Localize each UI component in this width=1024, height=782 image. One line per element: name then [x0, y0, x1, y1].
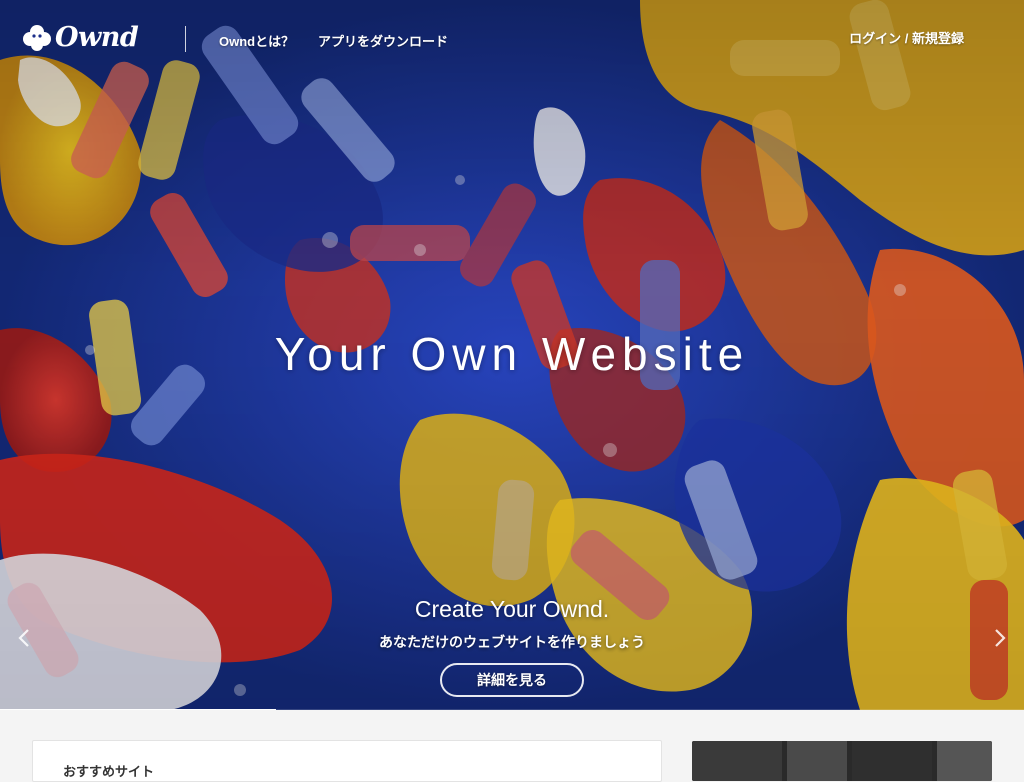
recommended-sites-title: おすすめサイト	[63, 764, 155, 779]
featured-image-panel	[937, 741, 992, 781]
recommended-sites-card: おすすめサイト	[32, 740, 662, 782]
chevron-left-icon[interactable]	[14, 626, 34, 650]
login-signup-link[interactable]: ログイン / 新規登録	[849, 28, 964, 47]
ownd-logo-text: Ownd	[55, 22, 139, 53]
view-details-button[interactable]: 詳細を見る	[440, 663, 584, 697]
featured-image-panel	[692, 741, 782, 781]
nav-link-download-app[interactable]: アプリをダウンロード	[318, 31, 448, 50]
ownd-logo[interactable]: Ownd	[22, 22, 139, 53]
hero-subtitle-japanese: あなただけのウェブサイトを作りましょう	[379, 634, 645, 650]
featured-image-panel	[852, 741, 932, 781]
featured-image-panel	[787, 741, 847, 781]
hero-slideshow: Ownd Owndとは？ アプリをダウンロード ログイン / 新規登録 Your…	[0, 0, 1024, 710]
hero-title: Your Own Website	[274, 328, 750, 380]
top-navigation: Ownd Owndとは？ アプリをダウンロード ログイン / 新規登録	[0, 0, 1024, 76]
ownd-logo-icon	[22, 23, 52, 53]
slide-progress-fill	[0, 709, 277, 710]
nav-divider	[185, 26, 186, 52]
featured-image-card[interactable]	[692, 741, 992, 781]
slide-progress-bar	[0, 709, 1024, 710]
chevron-right-icon[interactable]	[990, 626, 1010, 650]
hero-subtitle: Create Your Ownd.	[414, 596, 610, 622]
nav-link-about[interactable]: Owndとは？	[219, 31, 294, 50]
